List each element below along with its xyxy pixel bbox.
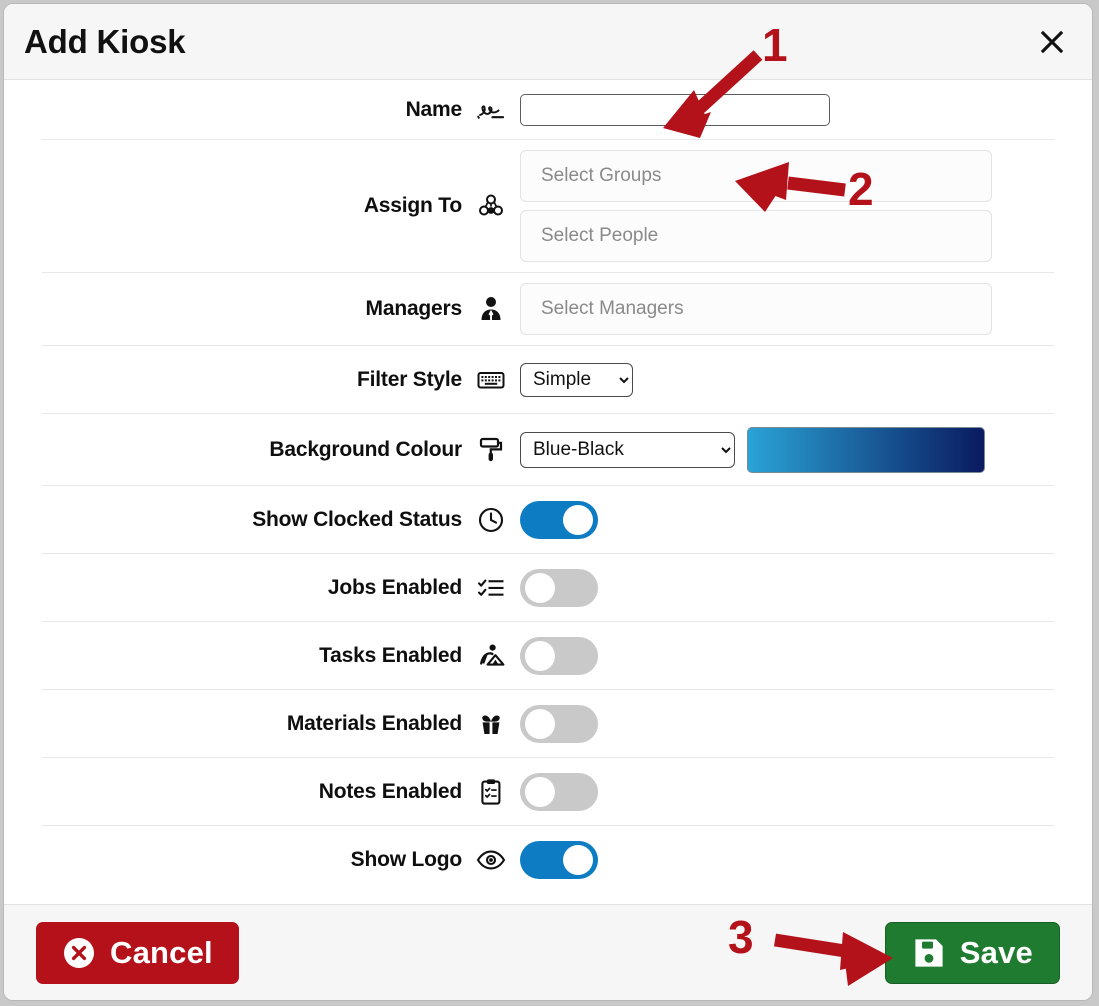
- dialog-footer: Cancel Save: [4, 904, 1092, 1000]
- field-cell-jobs-enabled: [520, 559, 1054, 617]
- label-cell-name: Name: [42, 95, 520, 125]
- row-name: Name: [42, 80, 1054, 140]
- label-cell-assign-to: Assign To: [42, 191, 520, 221]
- background-colour-swatch: [747, 426, 985, 473]
- row-tasks-enabled: Tasks Enabled: [42, 622, 1054, 690]
- toggle-knob: [525, 640, 555, 671]
- close-icon[interactable]: [1032, 22, 1072, 62]
- show-clocked-status-toggle[interactable]: [520, 500, 598, 539]
- save-button[interactable]: Save: [884, 921, 1060, 984]
- select-people-placeholder: Select People: [541, 225, 659, 246]
- field-cell-notes-enabled: [520, 763, 1054, 821]
- open-box-icon: [476, 709, 506, 739]
- signature-icon: [476, 95, 506, 125]
- keyboard-icon: [476, 365, 506, 395]
- field-cell-show-logo: [520, 831, 1054, 889]
- label-cell-materials-enabled: Materials Enabled: [42, 709, 520, 739]
- dialog-body: Name Assign To Select Groups Select Peop…: [4, 80, 1092, 904]
- label-cell-tasks-enabled: Tasks Enabled: [42, 641, 520, 671]
- select-groups-placeholder: Select Groups: [541, 165, 662, 186]
- label-jobs-enabled: Jobs Enabled: [327, 575, 462, 599]
- close-x-glyph: [1040, 30, 1064, 53]
- row-jobs-enabled: Jobs Enabled: [42, 554, 1054, 622]
- filter-style-select[interactable]: Simple: [520, 362, 633, 397]
- label-cell-show-logo: Show Logo: [42, 845, 520, 875]
- manager-person-icon: [476, 294, 506, 324]
- label-show-logo: Show Logo: [350, 848, 463, 871]
- label-managers: Managers: [365, 297, 463, 320]
- toggle-knob: [563, 504, 593, 535]
- worker-icon: [476, 641, 506, 671]
- label-name: Name: [405, 97, 463, 121]
- save-button-label: Save: [959, 934, 1033, 970]
- label-background-colour: Background Colour: [269, 437, 462, 461]
- label-cell-notes-enabled: Notes Enabled: [42, 777, 520, 807]
- label-cell-show-clocked-status: Show Clocked Status: [42, 505, 520, 535]
- field-cell-materials-enabled: [520, 695, 1054, 753]
- show-logo-toggle[interactable]: [520, 841, 598, 879]
- floppy-disk-icon: [912, 936, 946, 970]
- dialog-header: Add Kiosk: [4, 4, 1092, 80]
- people-group-icon: [476, 191, 506, 221]
- toggle-knob: [525, 776, 555, 807]
- field-cell-managers: Select Managers: [520, 273, 1054, 345]
- label-filter-style: Filter Style: [357, 367, 462, 391]
- dialog-title: Add Kiosk: [24, 22, 186, 60]
- jobs-enabled-toggle[interactable]: [520, 568, 598, 607]
- materials-enabled-toggle[interactable]: [520, 704, 598, 743]
- row-managers: Managers Select Managers: [42, 273, 1054, 346]
- form-rows: Name Assign To Select Groups Select Peop…: [4, 80, 1092, 894]
- row-show-logo: Show Logo: [42, 826, 1054, 894]
- eye-icon: [476, 845, 506, 875]
- select-people-input[interactable]: Select People: [520, 210, 992, 262]
- field-cell-assign-to: Select Groups Select People: [520, 140, 1054, 272]
- add-kiosk-dialog: Add Kiosk Name Assign To Select Groups S…: [3, 3, 1093, 1001]
- label-cell-filter-style: Filter Style: [42, 365, 520, 395]
- notes-enabled-toggle[interactable]: [520, 772, 598, 811]
- clock-icon: [476, 505, 506, 535]
- toggle-knob: [525, 708, 555, 739]
- toggle-knob: [525, 572, 555, 603]
- label-cell-background-colour: Background Colour: [42, 435, 520, 465]
- screen: Add Kiosk Name Assign To Select Groups S…: [0, 0, 1099, 1006]
- field-cell-tasks-enabled: [520, 627, 1054, 685]
- cancel-circle-x-icon: [62, 936, 96, 970]
- background-colour-controls: Blue-Black: [520, 426, 1054, 473]
- label-notes-enabled: Notes Enabled: [318, 779, 462, 803]
- row-materials-enabled: Materials Enabled: [42, 690, 1054, 758]
- label-assign-to: Assign To: [363, 194, 462, 217]
- label-cell-jobs-enabled: Jobs Enabled: [42, 573, 520, 603]
- label-show-clocked-status: Show Clocked Status: [252, 507, 462, 531]
- checklist-icon: [476, 573, 506, 603]
- field-cell-filter-style: Simple: [520, 353, 1054, 407]
- background-colour-select[interactable]: Blue-Black: [520, 431, 735, 468]
- select-groups-input[interactable]: Select Groups: [520, 150, 992, 202]
- toggle-knob: [563, 845, 593, 875]
- row-filter-style: Filter Style Simple: [42, 346, 1054, 414]
- clipboard-icon: [476, 777, 506, 807]
- tasks-enabled-toggle[interactable]: [520, 636, 598, 675]
- name-input[interactable]: [520, 93, 830, 126]
- row-assign-to: Assign To Select Groups Select People: [42, 140, 1054, 273]
- field-cell-name: [520, 84, 1054, 136]
- row-notes-enabled: Notes Enabled: [42, 758, 1054, 826]
- field-cell-background-colour: Blue-Black: [520, 417, 1054, 483]
- select-managers-placeholder: Select Managers: [541, 298, 684, 319]
- row-show-clocked-status: Show Clocked Status: [42, 486, 1054, 554]
- paint-roller-icon: [476, 435, 506, 465]
- label-materials-enabled: Materials Enabled: [286, 711, 462, 735]
- field-cell-show-clocked-status: [520, 491, 1054, 549]
- cancel-button[interactable]: Cancel: [36, 921, 239, 984]
- label-tasks-enabled: Tasks Enabled: [319, 643, 462, 667]
- select-managers-input[interactable]: Select Managers: [520, 283, 992, 335]
- label-cell-managers: Managers: [42, 294, 520, 324]
- row-background-colour: Background Colour Blue-Black: [42, 414, 1054, 486]
- cancel-button-label: Cancel: [110, 934, 213, 970]
